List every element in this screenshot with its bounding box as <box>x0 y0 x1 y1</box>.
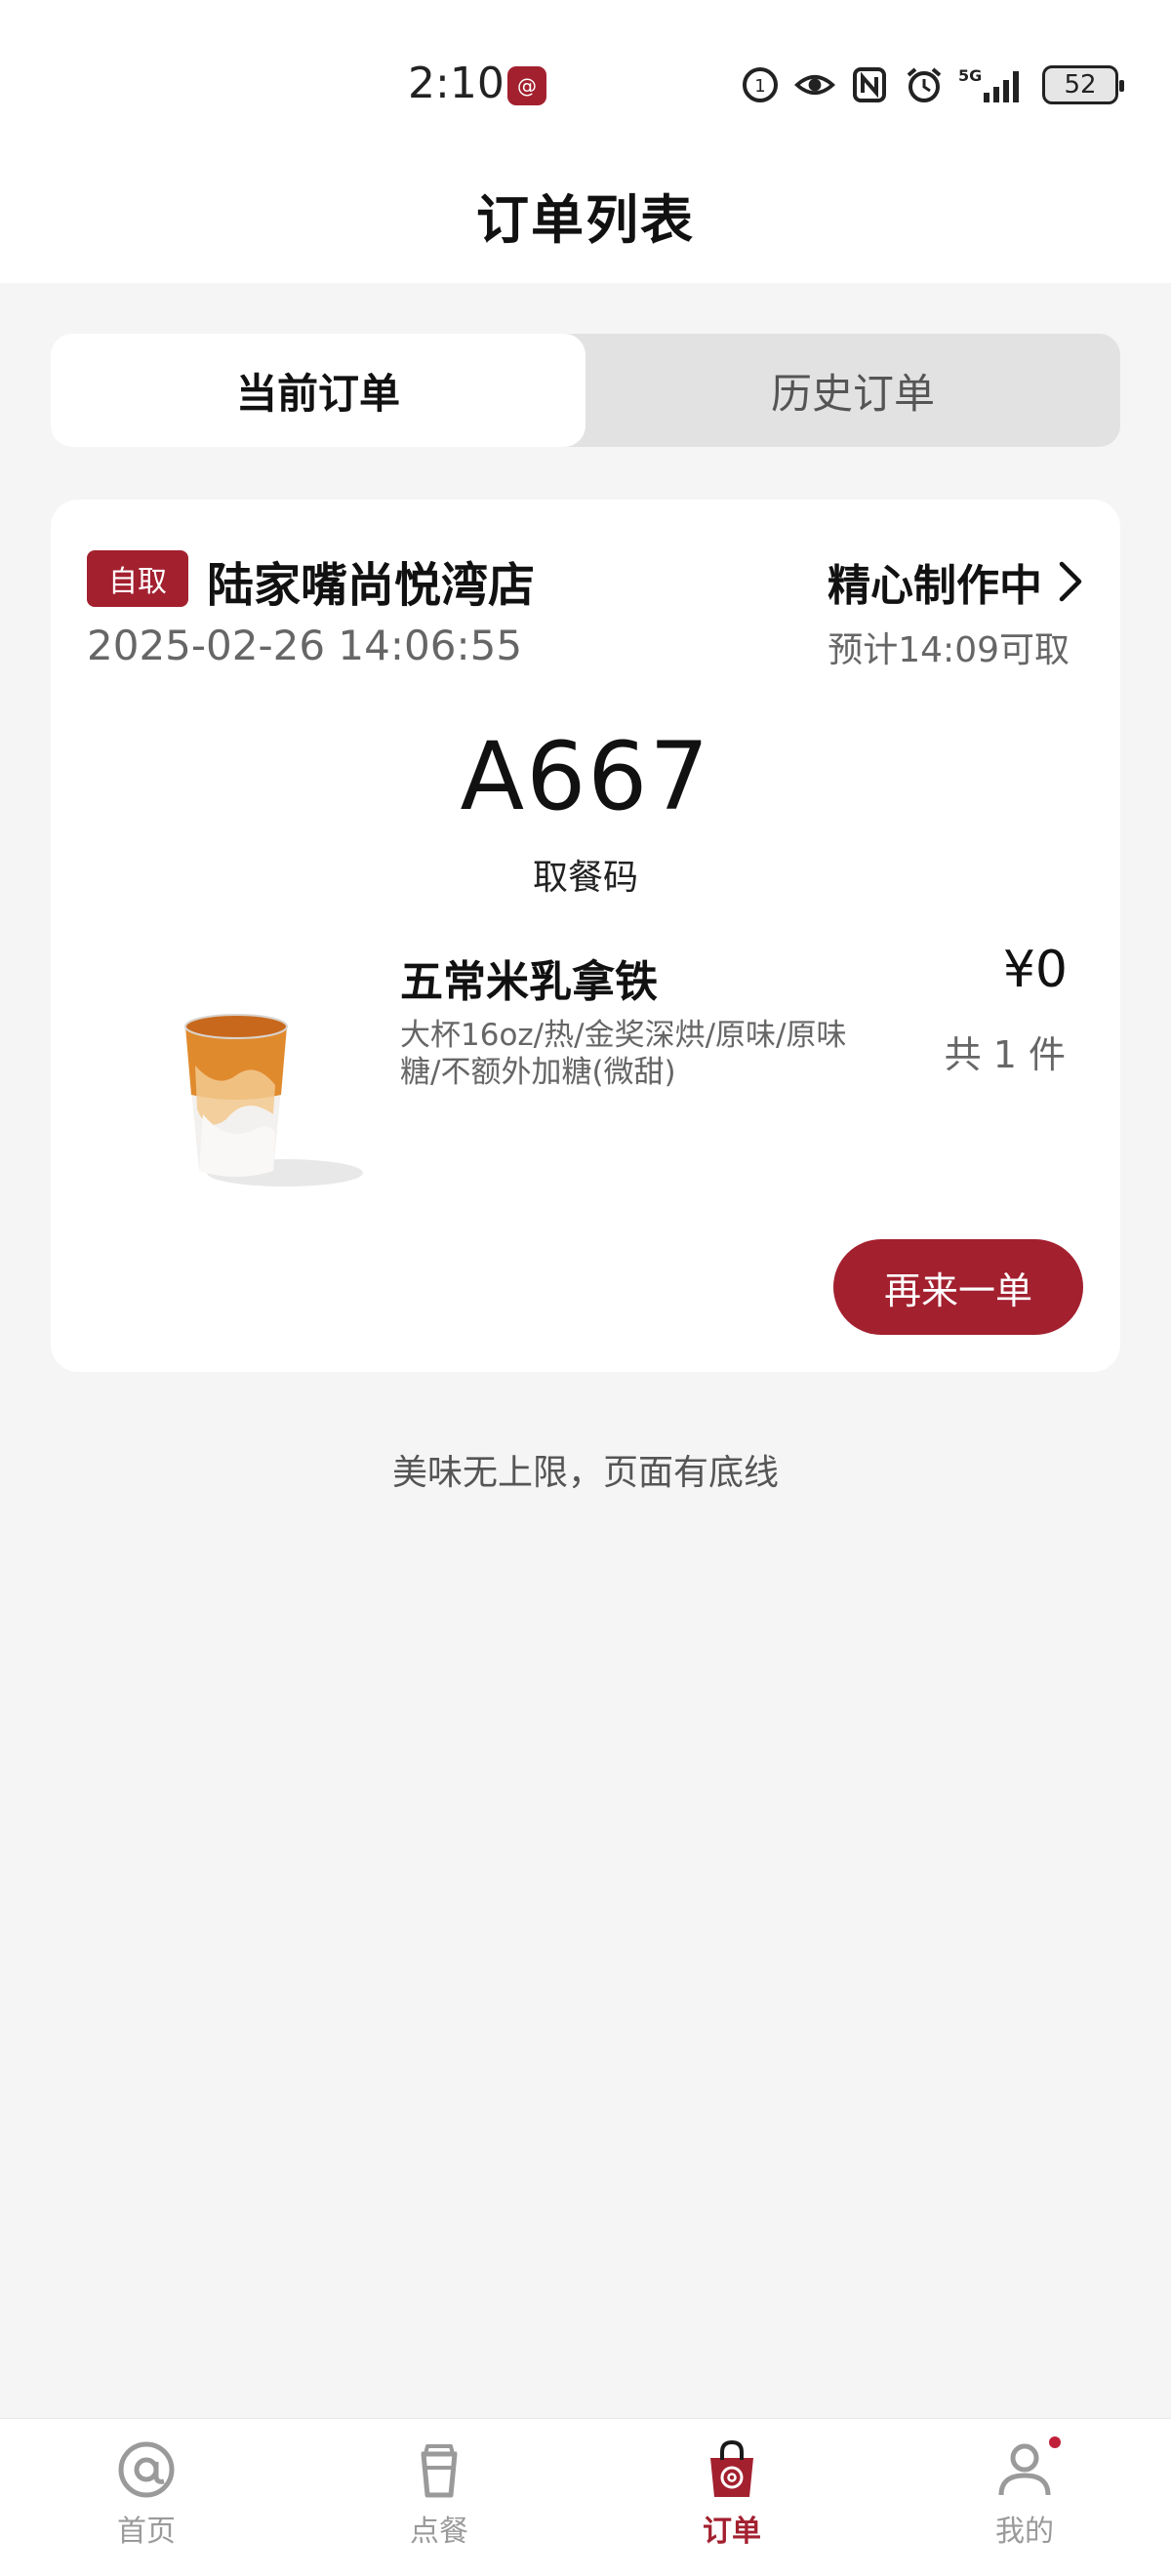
chevron-right-icon <box>1059 561 1082 602</box>
pickup-code: A667 <box>460 722 711 831</box>
tab-order-food[interactable]: 点餐 <box>293 2419 586 2576</box>
pickup-code-label: 取餐码 <box>532 858 638 898</box>
pickup-type-badge: 自取 <box>87 550 188 607</box>
product-quantity: 共 1 件 <box>944 1033 1066 1076</box>
order-status: 精心制作中 <box>828 561 1042 611</box>
status-bar: 2:10 @ 1 5G 52 <box>0 0 1171 146</box>
svg-text:1: 1 <box>754 76 765 97</box>
order-datetime: 2025-02-26 14:06:55 <box>87 622 523 669</box>
eye-icon <box>794 64 835 105</box>
cup-icon <box>421 2444 458 2498</box>
tab-orders[interactable]: 订单 <box>586 2419 878 2576</box>
order-segment-control: 当前订单 历史订单 <box>51 334 1120 447</box>
person-icon <box>998 2443 1051 2496</box>
order-card[interactable]: 自取 陆家嘴尚悦湾店 2025-02-26 14:06:55 精心制作中 预计1… <box>51 500 1120 1372</box>
tab-home[interactable]: 首页 <box>0 2419 293 2576</box>
alarm-icon <box>904 64 945 105</box>
store-name: 陆家嘴尚悦湾店 <box>207 558 536 613</box>
navigation-bar: 订单列表 <box>0 146 1171 283</box>
latte-cup-image <box>184 1014 363 1187</box>
tab-orders-label: 订单 <box>703 2515 761 2549</box>
data-saver-icon: 1 <box>740 64 781 105</box>
tab-history-orders[interactable]: 历史订单 <box>586 334 1120 447</box>
page-title: 订单列表 <box>476 188 695 251</box>
svg-text:5G: 5G <box>958 66 982 85</box>
signal-icon: 5G <box>958 64 1029 105</box>
notification-dot <box>1049 2436 1061 2448</box>
tab-profile[interactable]: 我的 <box>878 2419 1171 2576</box>
order-status-link[interactable]: 精心制作中 <box>828 550 1087 613</box>
end-of-list-note: 美味无上限，页面有底线 <box>391 1453 779 1493</box>
tab-current-orders[interactable]: 当前订单 <box>51 334 586 447</box>
reorder-button[interactable]: 再来一单 <box>833 1239 1083 1335</box>
status-time: 2:10 <box>408 59 505 108</box>
status-icons: 1 5G 52 <box>740 64 1124 105</box>
tab-home-label: 首页 <box>117 2515 176 2549</box>
pickup-eta: 预计14:09可取 <box>828 630 1070 670</box>
product-spec: 大杯16oz/热/金奖深烘/原味/原味糖/不额外加糖(微甜) <box>400 1018 847 1090</box>
tab-profile-label: 我的 <box>995 2515 1054 2549</box>
bottom-tab-bar: 首页 点餐 订单 我的 <box>0 2418 1171 2576</box>
product-price: ¥0 <box>1002 941 1068 999</box>
app-notification-icon: @ <box>507 66 546 105</box>
at-icon <box>118 2441 175 2498</box>
battery-indicator: 52 <box>1042 65 1124 104</box>
nfc-icon <box>849 64 890 105</box>
product-name: 五常米乳拿铁 <box>400 957 658 1007</box>
tab-order-food-label: 点餐 <box>410 2515 468 2549</box>
bag-icon <box>710 2439 753 2497</box>
